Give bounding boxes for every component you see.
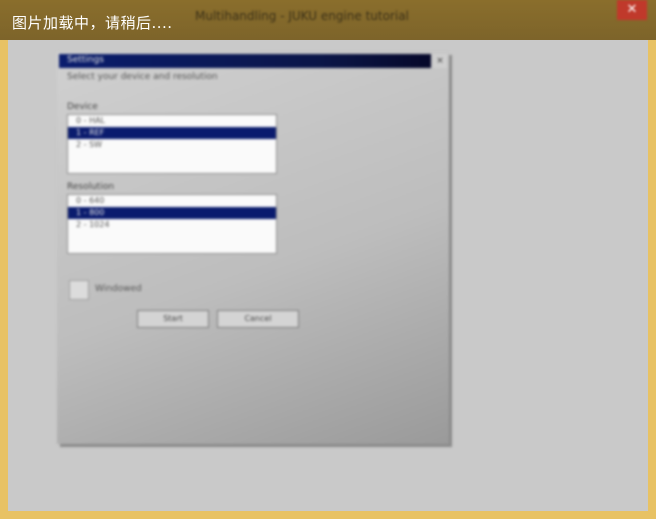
list-item[interactable]: 2 - SW (68, 139, 276, 151)
close-icon: × (436, 56, 444, 66)
windowed-checkbox[interactable] (69, 280, 89, 300)
window-close-button[interactable]: ✕ (617, 0, 647, 20)
window-titlebar[interactable]: Multihandling - JUKU engine tutorial 图片加… (0, 0, 656, 40)
device-listbox[interactable]: 0 - HAL 1 - REF 2 - SW (67, 114, 277, 174)
window-client-area: Settings × Select your device and resolu… (8, 40, 648, 511)
dialog-subtitle: Select your device and resolution (67, 72, 218, 82)
resolution-group-label: Resolution (67, 182, 115, 192)
resolution-listbox[interactable]: 0 - 640 1 - 800 2 - 1024 (67, 194, 277, 254)
close-icon: ✕ (626, 2, 638, 17)
list-item[interactable]: 0 - HAL (68, 115, 276, 127)
start-button[interactable]: Start (137, 310, 209, 328)
cancel-button[interactable]: Cancel (217, 310, 299, 328)
list-item-selected[interactable]: 1 - 800 (68, 207, 276, 219)
windowed-checkbox-label: Windowed (95, 284, 142, 294)
settings-dialog: Settings × Select your device and resolu… (57, 52, 449, 444)
list-item[interactable]: 2 - 1024 (68, 219, 276, 231)
app-window: Multihandling - JUKU engine tutorial 图片加… (0, 0, 656, 519)
dialog-title: Settings (67, 55, 104, 65)
dialog-titlebar[interactable]: Settings (59, 54, 431, 68)
loading-message: 图片加载中，请稍后.... (12, 14, 173, 32)
list-item-selected[interactable]: 1 - REF (68, 127, 276, 139)
list-item[interactable]: 0 - 640 (68, 195, 276, 207)
device-group-label: Device (67, 102, 98, 112)
dialog-close-button[interactable]: × (433, 54, 447, 68)
window-title: Multihandling - JUKU engine tutorial (195, 9, 409, 23)
